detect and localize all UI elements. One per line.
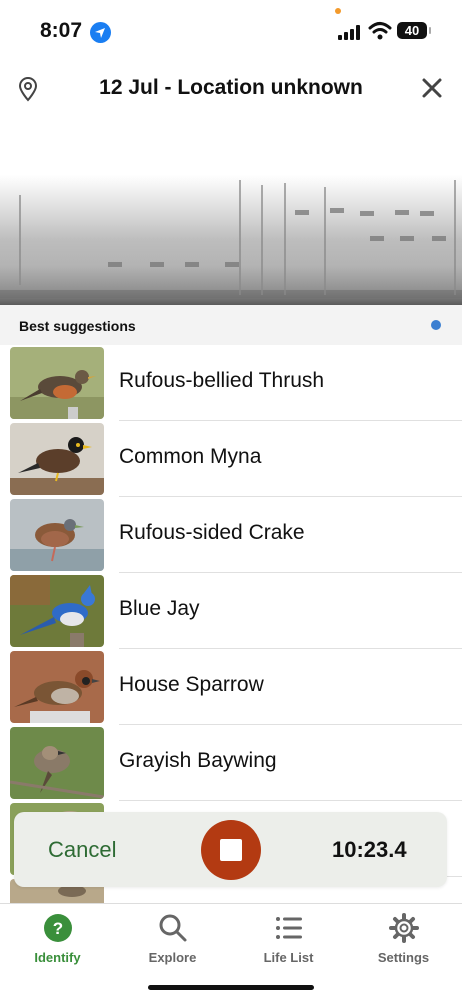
suggestions-label: Best suggestions <box>19 318 136 334</box>
list-item[interactable]: Rufous-sided Crake <box>0 497 462 573</box>
bird-thumbnail <box>10 423 104 495</box>
bird-thumbnail <box>10 347 104 419</box>
bird-name: House Sparrow <box>119 673 264 696</box>
tab-explore[interactable]: Explore <box>115 910 230 970</box>
wifi-icon <box>368 21 392 41</box>
list-item[interactable]: Rufous-bellied Thrush <box>0 345 462 421</box>
bird-name: Grayish Baywing <box>119 749 277 772</box>
battery-icon: 40 <box>397 22 431 39</box>
bird-thumbnail <box>10 499 104 571</box>
tab-settings[interactable]: Settings <box>346 910 461 970</box>
status-dot-icon <box>431 320 441 330</box>
recording-timer: 10:23.4 <box>332 837 407 862</box>
recording-panel: Cancel 10:23.4 <box>14 812 447 887</box>
stop-icon <box>220 839 242 861</box>
tab-identify[interactable]: ? Identify <box>0 910 115 970</box>
bird-name: Rufous-bellied Thrush <box>119 369 325 392</box>
close-icon[interactable] <box>420 76 444 100</box>
search-icon <box>158 913 188 943</box>
cancel-button[interactable]: Cancel <box>48 837 116 863</box>
bird-name: Blue Jay <box>119 597 200 620</box>
svg-text:?: ? <box>53 919 63 938</box>
question-icon: ? <box>43 913 73 943</box>
list-item[interactable]: House Sparrow <box>0 649 462 725</box>
list-item[interactable]: Blue Jay <box>0 573 462 649</box>
bird-thumbnail <box>10 575 104 647</box>
bird-thumbnail <box>10 651 104 723</box>
status-time: 8:07 <box>40 19 83 42</box>
cellular-signal-icon <box>338 24 362 40</box>
list-icon <box>274 913 304 943</box>
suggestions-header: Best suggestions <box>0 305 462 345</box>
list-item[interactable]: Common Myna <box>0 421 462 497</box>
header: 12 Jul - Location unknown <box>0 60 462 116</box>
stop-recording-button[interactable] <box>201 820 261 880</box>
page-title: 12 Jul - Location unknown <box>99 76 363 99</box>
tab-life-list[interactable]: Life List <box>231 910 346 970</box>
bird-thumbnail <box>10 727 104 799</box>
home-indicator <box>148 985 314 990</box>
bird-name: Rufous-sided Crake <box>119 521 305 544</box>
mic-indicator-icon <box>335 8 341 14</box>
bird-name: Common Myna <box>119 445 262 468</box>
spectrogram[interactable] <box>0 115 462 305</box>
list-item[interactable]: Grayish Baywing <box>0 725 462 801</box>
gear-icon <box>389 913 419 943</box>
location-arrow-icon <box>90 22 111 43</box>
status-bar: 8:07 40 <box>0 0 462 60</box>
